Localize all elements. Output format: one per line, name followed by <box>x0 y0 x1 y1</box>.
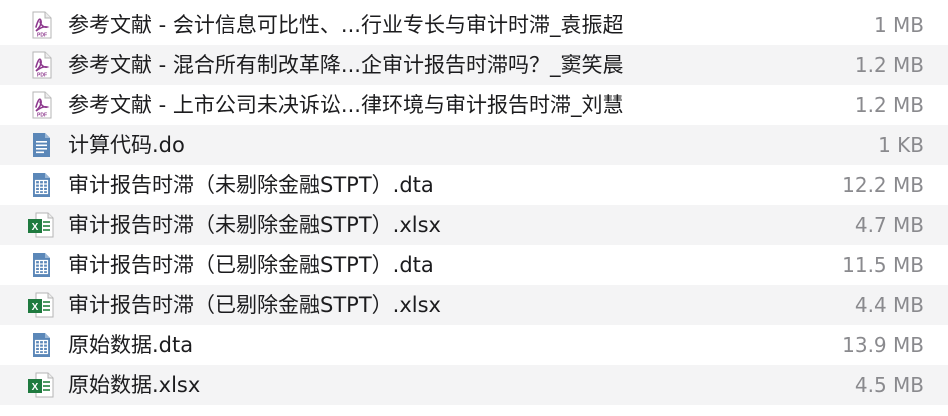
file-row[interactable]: 审计报告时滞（未剔除金融STPT）.dta 12.2 MB <box>0 165 948 205</box>
svg-text:PDF: PDF <box>37 33 47 39</box>
file-row[interactable]: PDF 参考文献 - 会计信息可比性、...行业专长与审计时滞_袁振超 1 MB <box>0 5 948 45</box>
excel-icon: X <box>27 291 55 319</box>
file-name: 审计报告时滞（未剔除金融STPT）.dta <box>68 173 434 197</box>
svg-text:X: X <box>32 302 39 313</box>
file-size: 12.2 MB <box>842 173 924 197</box>
pdf-icon: PDF <box>27 91 55 119</box>
pdf-icon: PDF <box>27 51 55 79</box>
file-size: 1 MB <box>873 13 924 37</box>
file-name: 原始数据.xlsx <box>68 373 201 397</box>
file-size: 4.4 MB <box>854 293 924 317</box>
svg-text:X: X <box>32 222 39 233</box>
file-name: 计算代码.do <box>68 133 185 157</box>
stata-data-icon <box>27 251 55 279</box>
file-name: 审计报告时滞（未剔除金融STPT）.xlsx <box>68 213 441 237</box>
file-name: 参考文献 - 混合所有制改革降...企审计报告时滞吗？_窦笑晨 <box>68 53 624 77</box>
svg-text:PDF: PDF <box>37 73 47 79</box>
pdf-icon: PDF <box>27 11 55 39</box>
file-size: 13.9 MB <box>842 333 924 357</box>
file-row[interactable]: 审计报告时滞（已剔除金融STPT）.dta 11.5 MB <box>0 245 948 285</box>
excel-icon: X <box>27 211 55 239</box>
file-size: 4.5 MB <box>854 373 924 397</box>
file-row[interactable]: X 审计报告时滞（未剔除金融STPT）.xlsx 4.7 MB <box>0 205 948 245</box>
file-size: 1 KB <box>878 133 924 157</box>
file-row[interactable]: 原始数据.dta 13.9 MB <box>0 325 948 365</box>
file-row[interactable]: PDF 参考文献 - 混合所有制改革降...企审计报告时滞吗？_窦笑晨 1.2 M… <box>0 45 948 85</box>
file-size: 11.5 MB <box>842 253 924 277</box>
file-size: 4.7 MB <box>854 213 924 237</box>
svg-text:PDF: PDF <box>37 113 47 119</box>
file-row[interactable]: 计算代码.do 1 KB <box>0 125 948 165</box>
file-name: 参考文献 - 会计信息可比性、...行业专长与审计时滞_袁振超 <box>68 13 624 37</box>
file-row[interactable]: X 审计报告时滞（已剔除金融STPT）.xlsx 4.4 MB <box>0 285 948 325</box>
file-row[interactable]: X 原始数据.xlsx 4.5 MB <box>0 365 948 405</box>
file-list: PDF 参考文献 - 会计信息可比性、...行业专长与审计时滞_袁振超 1 MB … <box>0 5 948 405</box>
file-size: 1.2 MB <box>854 93 924 117</box>
text-document-icon <box>27 131 55 159</box>
svg-text:X: X <box>32 382 39 393</box>
stata-data-icon <box>27 331 55 359</box>
file-name: 参考文献 - 上市公司未决诉讼...律环境与审计报告时滞_刘慧 <box>68 93 624 117</box>
file-row[interactable]: PDF 参考文献 - 上市公司未决诉讼...律环境与审计报告时滞_刘慧 1.2 M… <box>0 85 948 125</box>
file-name: 审计报告时滞（已剔除金融STPT）.xlsx <box>68 293 441 317</box>
file-size: 1.2 MB <box>854 53 924 77</box>
file-name: 审计报告时滞（已剔除金融STPT）.dta <box>68 253 434 277</box>
stata-data-icon <box>27 171 55 199</box>
excel-icon: X <box>27 371 55 399</box>
file-name: 原始数据.dta <box>68 333 194 357</box>
